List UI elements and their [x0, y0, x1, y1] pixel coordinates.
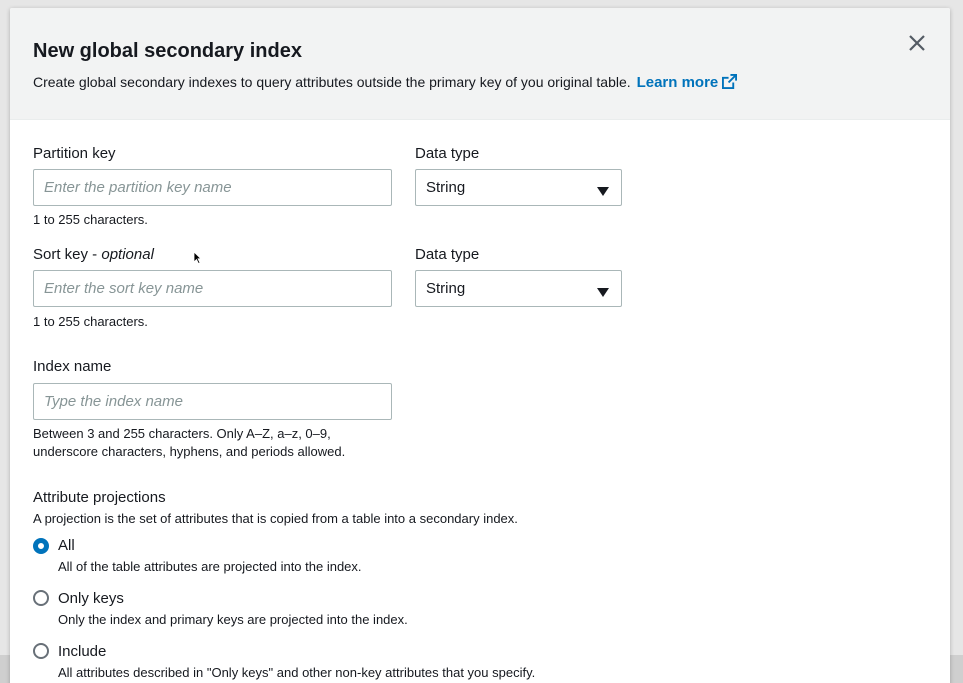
sort-data-type-label: Data type	[415, 246, 480, 263]
projection-only-keys-desc: Only the index and primary keys are proj…	[58, 612, 408, 627]
projection-include-desc: All attributes described in "Only keys" …	[58, 665, 536, 680]
modal-description-text: Create global secondary indexes to query…	[33, 74, 631, 90]
projection-all-label[interactable]: All	[58, 537, 75, 554]
projection-all-desc: All of the table attributes are projecte…	[58, 559, 362, 574]
modal-title: New global secondary index	[33, 40, 302, 62]
projections-label: Attribute projections	[33, 489, 166, 506]
projection-only-keys-radio[interactable]	[33, 590, 49, 606]
close-button[interactable]	[906, 32, 928, 54]
index-name-hint-line1: Between 3 and 255 characters. Only A–Z, …	[33, 426, 331, 441]
partition-data-type-label: Data type	[415, 145, 480, 162]
projection-only-keys-label[interactable]: Only keys	[58, 590, 124, 607]
projection-all-radio[interactable]	[33, 538, 49, 554]
close-icon	[909, 35, 925, 51]
partition-key-label: Partition key	[33, 145, 116, 162]
gsi-modal: New global secondary index Create global…	[10, 8, 950, 683]
index-name-label: Index name	[33, 358, 112, 375]
sort-data-type-value: String	[426, 280, 466, 297]
external-link-icon	[722, 74, 738, 93]
sort-key-hint: 1 to 255 characters.	[33, 314, 148, 329]
partition-data-type-value: String	[426, 179, 466, 196]
partition-key-input[interactable]	[33, 169, 392, 206]
learn-more-label: Learn more	[636, 74, 719, 91]
projections-description: A projection is the set of attributes th…	[33, 511, 518, 526]
caret-down-icon	[597, 284, 609, 302]
modal-header: New global secondary index Create global…	[10, 8, 950, 120]
sort-key-label-optional: optional	[101, 246, 154, 263]
caret-down-icon	[597, 183, 609, 201]
sort-key-input[interactable]	[33, 270, 392, 307]
index-name-input[interactable]	[33, 383, 392, 420]
learn-more-link[interactable]: Learn more	[637, 74, 738, 91]
modal-description: Create global secondary indexes to query…	[33, 74, 738, 93]
partition-data-type-select[interactable]: String	[415, 169, 622, 206]
sort-key-label-main: Sort key -	[33, 246, 102, 263]
projection-include-radio[interactable]	[33, 643, 49, 659]
sort-key-label: Sort key - optional	[33, 246, 154, 263]
projection-include-label[interactable]: Include	[58, 643, 106, 660]
partition-key-hint: 1 to 255 characters.	[33, 212, 148, 227]
sort-data-type-select[interactable]: String	[415, 270, 622, 307]
mouse-cursor-icon	[193, 251, 202, 269]
index-name-hint-line2: underscore characters, hyphens, and peri…	[33, 444, 346, 459]
